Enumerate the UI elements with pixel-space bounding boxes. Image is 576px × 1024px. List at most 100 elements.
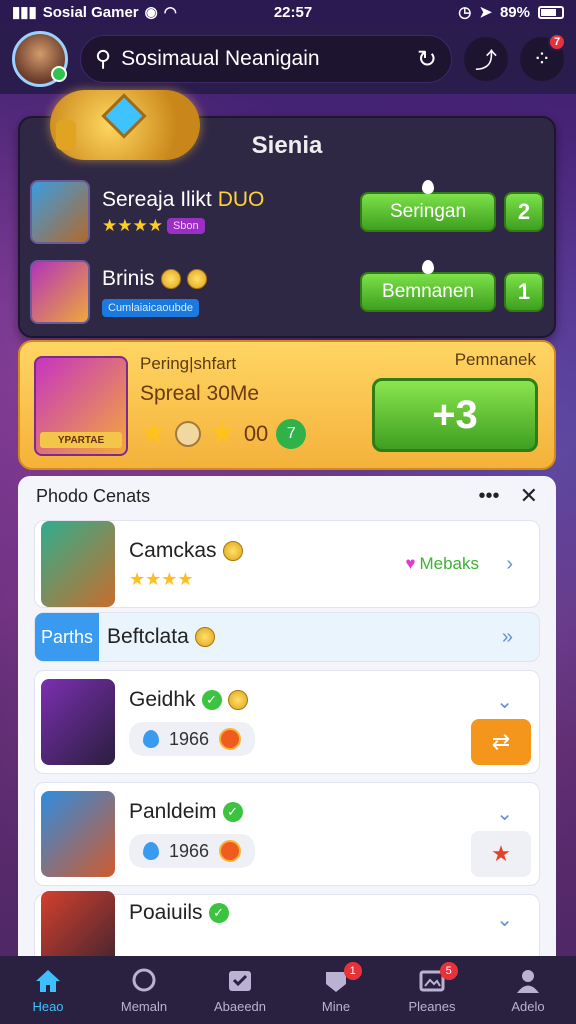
promo-claim-button[interactable]: +3: [372, 378, 538, 452]
home-icon: [33, 967, 63, 995]
item-right-label: Mebaks: [419, 554, 479, 573]
droplet-icon: [143, 730, 159, 748]
game-action-button[interactable]: Seringan: [360, 180, 496, 232]
chat-icon: [129, 967, 159, 995]
status-bar: ▮▮▮ Sosial Gamer ◉ ◠ 22:57 ◷ ➤ 89%: [0, 0, 576, 24]
verified-icon: ✓: [201, 690, 222, 710]
chevron-right-icon[interactable]: ›: [506, 553, 513, 576]
chevron-down-icon[interactable]: ⌄: [496, 689, 513, 714]
item-stats: 1966: [129, 722, 256, 756]
avatar[interactable]: [12, 31, 68, 87]
promo-value: 00: [243, 420, 269, 446]
top-bar: ⚲ ↻ ⤴ ⁘ 7: [0, 24, 576, 94]
more-options-icon[interactable]: •••: [479, 485, 500, 508]
star-rating: ★★★★: [129, 568, 194, 589]
profile-icon: [513, 967, 543, 995]
list-card: Phodo Cenats ••• ✕ Camckas ★★★★ ♥ Mebaks…: [18, 476, 556, 956]
nav-badge: 1: [343, 962, 362, 980]
promo-card[interactable]: YPARTAE Pering|shfart Spreal 30Me ★ ★ 00…: [18, 340, 556, 470]
dots-grid-icon: ⁘: [532, 46, 552, 71]
clock: 22:57: [273, 3, 313, 21]
promo-subtitle: Spreal 30Me: [140, 382, 260, 405]
close-icon[interactable]: ✕: [520, 483, 538, 509]
item-tag: Parths: [35, 613, 100, 661]
notifications-button[interactable]: ⁘ 7: [520, 33, 566, 81]
item-name: Geidhk: [129, 688, 196, 711]
item-thumbnail: [41, 521, 115, 607]
item-name: Poaiuils: [129, 901, 203, 924]
action-button[interactable]: ⇄: [471, 719, 531, 765]
verified-icon: ✓: [222, 802, 243, 822]
game-thumbnail[interactable]: [30, 260, 90, 324]
search-input[interactable]: [121, 47, 407, 71]
game-count-button[interactable]: 2: [504, 192, 544, 232]
app-indicator-icon: ◉: [144, 4, 158, 21]
wifi-icon: ◠: [163, 4, 177, 21]
notification-badge: 7: [548, 33, 566, 51]
promo-ribbon: YPARTAE: [40, 432, 122, 448]
chevron-down-icon[interactable]: ⌄: [496, 907, 513, 932]
nav-home[interactable]: Heao: [0, 956, 96, 1024]
game-action-button[interactable]: Bemnanen: [360, 260, 496, 312]
swap-icon: ⇄: [491, 729, 511, 754]
star-icon: ★: [140, 417, 167, 450]
item-name: Panldeim: [129, 800, 217, 823]
game-name-accent: DUO: [217, 188, 265, 211]
nav-profile[interactable]: Adelo: [480, 956, 576, 1024]
nav-mine[interactable]: 1 Mine: [288, 956, 384, 1024]
droplet-icon: [422, 180, 434, 194]
promo-image: YPARTAE: [34, 356, 128, 456]
nav-inbox[interactable]: Abaeedn: [192, 956, 288, 1024]
game-name: Sereaja Ilikt: [102, 188, 212, 211]
search-icon: ⚲: [95, 46, 112, 71]
bottom-nav: Heao Memaln Abaeedn 1 Mine 5 Pleanes Ade…: [0, 956, 576, 1024]
location-icon: ➤: [479, 4, 492, 21]
inbox-icon: [225, 967, 255, 995]
list-item[interactable]: Poaiuils ✓ ⌄: [34, 891, 540, 956]
nav-pleanes[interactable]: 5 Pleanes: [384, 956, 480, 1024]
carrier-name: Sosial Gamer: [42, 3, 139, 21]
favorite-button[interactable]: ★: [471, 831, 531, 877]
game-row: Sereaja Ilikt DUO ★★★★ Sbon Seringan 2: [30, 176, 544, 248]
list-item[interactable]: Parths Beftclata »: [34, 612, 540, 662]
alarm-icon: ◷: [458, 4, 472, 21]
online-indicator: [51, 66, 67, 82]
list-title: Phodo Cenats: [36, 485, 151, 506]
coin-icon: [186, 269, 207, 289]
item-name: Camckas: [129, 538, 217, 562]
share-button[interactable]: ⤴: [464, 37, 508, 81]
game-count-button[interactable]: 1: [504, 272, 544, 312]
game-row: Brinis Cumlaiaicaoubde Bemnanen 1: [30, 256, 544, 328]
star-rating: ★★★★ Sbon: [102, 216, 360, 236]
item-thumbnail: [41, 679, 115, 765]
coin-icon: [160, 269, 181, 289]
list-item[interactable]: Camckas ★★★★ ♥ Mebaks ›: [34, 520, 540, 608]
item-stats: 1966: [129, 834, 256, 868]
item-thumbnail: [41, 891, 115, 956]
promo-label: Pering|shfart: [140, 354, 237, 373]
list-item[interactable]: Geidhk ✓ 1966 ⌄ ⇄: [34, 670, 540, 774]
search-bar[interactable]: ⚲ ↻: [80, 35, 452, 83]
refresh-icon[interactable]: ↻: [417, 45, 437, 74]
coin-icon: [219, 728, 242, 750]
star-icon: ★: [491, 841, 511, 866]
game-tag: Cumlaiaicaoubde: [102, 299, 199, 317]
game-name: Brinis: [102, 267, 155, 290]
list-item[interactable]: Panldeim ✓ 1966 ⌄ ★: [34, 782, 540, 886]
game-tag: Sbon: [166, 218, 205, 234]
chevron-down-icon[interactable]: ⌄: [496, 801, 513, 826]
share-icon: ⤴: [474, 48, 497, 73]
panel-title: Sienia: [251, 132, 323, 159]
green-number-badge: 7: [276, 418, 307, 449]
coin-icon: [227, 690, 248, 710]
promo-right-label: Pemnanek: [454, 350, 536, 369]
game-thumbnail[interactable]: [30, 180, 90, 244]
double-chevron-icon[interactable]: »: [502, 626, 513, 649]
battery-icon: [538, 5, 564, 19]
nav-badge: 5: [439, 962, 458, 980]
droplet-icon: [143, 842, 159, 860]
promo-rewards: ★ ★ 00 7: [140, 416, 307, 451]
heart-icon: ♥: [405, 554, 416, 573]
coin-icon: [222, 540, 243, 561]
nav-messages[interactable]: Memaln: [96, 956, 192, 1024]
